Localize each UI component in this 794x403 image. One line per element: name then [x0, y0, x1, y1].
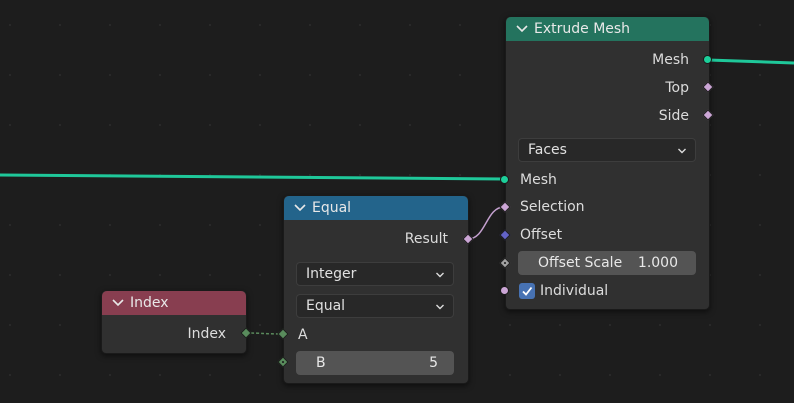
- data-type-dropdown[interactable]: Integer: [296, 262, 454, 286]
- socket-output-mesh[interactable]: [703, 55, 712, 64]
- input-a-label: A: [298, 327, 308, 343]
- node-title: Extrude Mesh: [534, 21, 631, 37]
- operation-value: Equal: [306, 298, 346, 314]
- collapse-chevron-icon[interactable]: [294, 204, 308, 212]
- offset-scale-field[interactable]: Offset Scale 1.000: [518, 251, 696, 275]
- node-title: Equal: [312, 200, 352, 216]
- link-mesh-input[interactable]: [0, 173, 505, 181]
- node-title: Index: [130, 295, 169, 311]
- collapse-chevron-icon[interactable]: [516, 25, 530, 33]
- socket-input-mesh[interactable]: [500, 175, 509, 184]
- equal-header[interactable]: Equal: [284, 196, 468, 220]
- link-mesh-output[interactable]: [707, 58, 794, 65]
- index-node[interactable]: Index Index: [101, 290, 247, 354]
- extrude-mesh-header[interactable]: Extrude Mesh: [506, 17, 709, 41]
- index-header[interactable]: Index: [102, 291, 246, 315]
- input-b-field[interactable]: B 5: [296, 351, 454, 375]
- input-selection-label: Selection: [520, 199, 585, 215]
- output-mesh-label: Mesh: [652, 52, 689, 68]
- output-index-label: Index: [187, 326, 226, 342]
- individual-label: Individual: [540, 283, 609, 299]
- mode-dropdown[interactable]: Faces: [518, 138, 696, 162]
- chevron-down-icon: [435, 300, 445, 316]
- input-mesh-label: Mesh: [520, 172, 557, 188]
- data-type-value: Integer: [306, 266, 357, 282]
- output-top-label: Top: [665, 80, 689, 96]
- socket-input-individual[interactable]: [500, 286, 509, 295]
- collapse-chevron-icon[interactable]: [112, 299, 126, 307]
- input-b-value: 5: [429, 355, 438, 371]
- operation-dropdown[interactable]: Equal: [296, 294, 454, 318]
- equal-node[interactable]: Equal Result Integer Equal A B 5: [283, 195, 469, 384]
- offset-scale-value: 1.000: [637, 255, 678, 271]
- input-offset-label: Offset: [520, 227, 563, 243]
- output-side-label: Side: [658, 108, 689, 124]
- mode-value: Faces: [528, 142, 567, 158]
- chevron-down-icon: [435, 268, 445, 284]
- output-result-label: Result: [404, 231, 448, 247]
- chevron-down-icon: [677, 144, 687, 160]
- offset-scale-label: Offset Scale: [538, 255, 623, 271]
- extrude-mesh-node[interactable]: Extrude Mesh Mesh Top Side Faces Mesh Se…: [505, 16, 710, 310]
- checkmark-icon: [522, 286, 533, 296]
- individual-checkbox[interactable]: [519, 283, 535, 299]
- input-b-label: B: [316, 355, 326, 371]
